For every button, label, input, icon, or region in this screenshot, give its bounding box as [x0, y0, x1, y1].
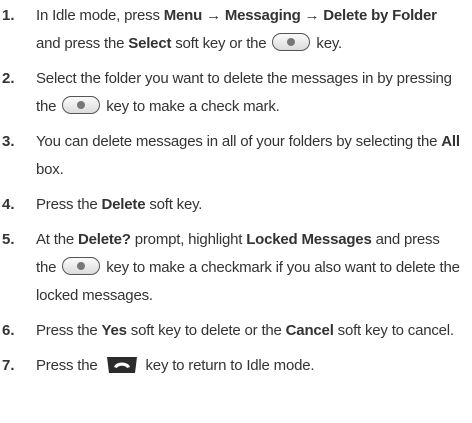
- step-4: 4. Press the Delete soft key.: [2, 191, 472, 219]
- step-text: You can delete messages in all of your f…: [36, 128, 472, 184]
- step-text-segment: key to make a check mark.: [102, 98, 280, 115]
- step-text-segment: Press the: [36, 322, 102, 339]
- step-number: 1.: [2, 7, 15, 24]
- end-key-icon: [106, 357, 137, 373]
- step-text-segment: soft key to delete or the: [126, 322, 286, 339]
- step-number: 6.: [2, 322, 15, 339]
- step-text-segment: key to return to Idle mode.: [141, 357, 315, 374]
- step-text-segment: and press the: [36, 35, 129, 52]
- step-text: Press the key to return to Idle mode.: [36, 352, 472, 380]
- step-text: In Idle mode, press Menu → Messaging → D…: [36, 2, 472, 58]
- step-5: 5. At the Delete? prompt, highlight Locke…: [2, 226, 472, 310]
- step-number: 2.: [2, 70, 15, 87]
- step-text-segment: Press the: [36, 196, 102, 213]
- instructions-document: 1. In Idle mode, press Menu → Messaging →…: [0, 0, 472, 423]
- step-text: Select the folder you want to delete the…: [36, 65, 472, 121]
- step-text-segment: soft key or the: [171, 35, 271, 52]
- emphasis-text: Cancel: [285, 322, 334, 339]
- step-text-segment: box.: [36, 161, 64, 178]
- step-text-segment: You can delete messages in all of your f…: [36, 133, 442, 150]
- emphasis-text: Delete?: [77, 231, 131, 248]
- step-text-segment: prompt, highlight: [130, 231, 247, 248]
- step-text: Press the Delete soft key.: [36, 191, 472, 219]
- step-text-segment: soft key to cancel.: [333, 322, 454, 339]
- step-text-segment: In Idle mode, press: [36, 7, 164, 24]
- step-7: 7. Press the key to return to Idle mode.: [2, 352, 472, 380]
- step-number: 5.: [2, 231, 15, 248]
- ok-key-icon: [62, 96, 101, 114]
- ok-key-icon: [272, 33, 311, 51]
- step-number: 7.: [2, 357, 15, 374]
- ok-key-center-dot: [77, 101, 86, 109]
- step-number: 4.: [2, 196, 15, 213]
- ok-key-center-dot: [287, 38, 296, 46]
- step-text: Press the Yes soft key to delete or the …: [36, 317, 472, 345]
- step-text-segment: soft key.: [145, 196, 203, 213]
- ok-key-center-dot: [77, 262, 86, 270]
- step-text-segment: At the: [36, 231, 78, 248]
- emphasis-text: Menu → Messaging → Delete by Folder: [163, 7, 437, 24]
- emphasis-text: All: [441, 133, 460, 150]
- ok-key-icon: [62, 257, 101, 275]
- step-number: 3.: [2, 133, 15, 150]
- step-text-segment: Press the: [36, 357, 102, 374]
- emphasis-text: Yes: [101, 322, 127, 339]
- step-1: 1. In Idle mode, press Menu → Messaging →…: [2, 2, 472, 58]
- step-2: 2. Select the folder you want to delete t…: [2, 65, 472, 121]
- emphasis-text: Delete: [101, 196, 146, 213]
- steps-list: 1. In Idle mode, press Menu → Messaging →…: [2, 2, 472, 380]
- step-6: 6. Press the Yes soft key to delete or th…: [2, 317, 472, 345]
- emphasis-text: Select: [128, 35, 172, 52]
- step-text-segment: key.: [312, 35, 342, 52]
- step-text: At the Delete? prompt, highlight Locked …: [36, 226, 472, 310]
- emphasis-text: Locked Messages: [246, 231, 372, 248]
- step-3: 3. You can delete messages in all of your…: [2, 128, 472, 184]
